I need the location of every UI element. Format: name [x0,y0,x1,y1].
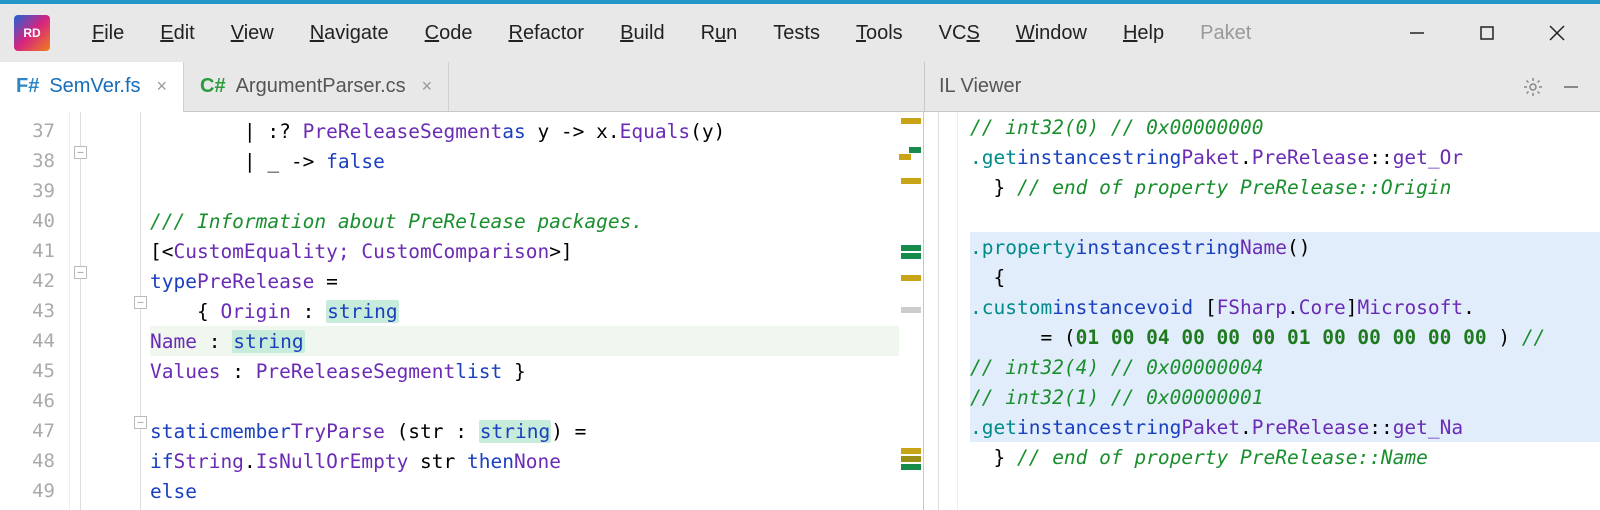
code-line[interactable]: /// Information about PreRelease package… [150,206,923,236]
il-viewer-header: IL Viewer [924,62,1600,111]
tab-label: SemVer.fs [49,75,140,98]
code-line[interactable]: else [150,476,923,506]
code-line[interactable]: if String.IsNullOrEmpty str then None [150,446,923,476]
menu-file[interactable]: File [74,16,142,51]
hide-panel-icon[interactable] [1556,72,1586,102]
menu-view[interactable]: View [213,16,292,51]
tab-close-icon[interactable]: × [151,76,168,97]
editor-split: 37383940414243444546474849 – – – – | :? … [0,112,1600,510]
line-number: 38 [0,146,69,176]
window-controls [1382,13,1592,53]
tab-argumentparser-cs[interactable]: C# ArgumentParser.cs × [184,62,449,111]
maximize-icon [1478,24,1496,42]
il-viewer-pane: // int32(0) // 0x00000000 .get instance … [924,112,1600,510]
line-number: 46 [0,386,69,416]
gear-icon[interactable] [1518,72,1548,102]
code-line[interactable] [150,176,923,206]
menu-help[interactable]: Help [1105,16,1182,51]
il-line[interactable]: // int32(1) // 0x00000001 [970,382,1600,412]
il-line[interactable]: } // end of property PreRelease::Origin [970,172,1600,202]
il-line[interactable]: // int32(4) // 0x00000004 [970,352,1600,382]
il-line[interactable]: .custom instance void [FSharp.Core]Micro… [970,292,1600,322]
line-number: 49 [0,476,69,506]
menu-run[interactable]: Run [683,16,756,51]
menu-edit[interactable]: Edit [142,16,212,51]
line-number: 48 [0,446,69,476]
menu-navigate[interactable]: Navigate [292,16,407,51]
menu-tests[interactable]: Tests [755,16,838,51]
line-number: 43 [0,296,69,326]
code-line[interactable]: { Origin : string [150,296,923,326]
menu-vcs[interactable]: VCS [921,16,998,51]
line-number: 41 [0,236,69,266]
menu-paket[interactable]: Paket [1182,16,1269,51]
line-number: 40 [0,206,69,236]
editor-body[interactable]: | :? PreReleaseSegment as y -> x.Equals(… [150,112,923,510]
fold-marker[interactable]: – [134,296,147,309]
marker-strip [899,112,923,510]
code-line[interactable]: [<CustomEquality; CustomComparison>] [150,236,923,266]
code-line[interactable]: static member TryParse (str : string) = [150,416,923,446]
editor-pane: 37383940414243444546474849 – – – – | :? … [0,112,924,510]
fold-marker[interactable]: – [74,146,87,159]
close-icon [1547,23,1567,43]
menu-window[interactable]: Window [998,16,1105,51]
il-line[interactable]: { [970,262,1600,292]
minimize-icon [1408,24,1426,42]
line-number-gutter: 37383940414243444546474849 [0,112,70,510]
menu-code[interactable]: Code [407,16,491,51]
il-gutter [924,112,958,510]
il-line[interactable]: } // end of property PreRelease::Name [970,442,1600,472]
il-viewer-title: IL Viewer [939,75,1021,98]
fold-marker[interactable]: – [134,416,147,429]
line-number: 45 [0,356,69,386]
app-icon: RD [14,15,50,51]
menu-bar: RD File Edit View Navigate Code Refactor… [0,4,1600,62]
il-line[interactable]: .get instance string Paket.PreRelease::g… [970,412,1600,442]
tab-semver-fs[interactable]: F# SemVer.fs × [0,62,184,111]
close-window-button[interactable] [1522,13,1592,53]
code-line[interactable]: | :? PreReleaseSegment as y -> x.Equals(… [150,116,923,146]
lang-badge-fsharp: F# [16,75,39,98]
code-line[interactable]: type PreRelease = [150,266,923,296]
il-line[interactable]: .property instance string Name() [970,232,1600,262]
menu-build[interactable]: Build [602,16,682,51]
code-line[interactable]: | _ -> false [150,146,923,176]
tab-row: F# SemVer.fs × C# ArgumentParser.cs × IL… [0,62,1600,112]
line-number: 37 [0,116,69,146]
il-line[interactable] [970,202,1600,232]
il-line[interactable]: // int32(0) // 0x00000000 [970,112,1600,142]
il-line[interactable]: .get instance string Paket.PreRelease::g… [970,142,1600,172]
lang-badge-csharp: C# [200,75,226,98]
code-line[interactable] [150,386,923,416]
fold-marker[interactable]: – [74,266,87,279]
line-number: 39 [0,176,69,206]
line-number: 42 [0,266,69,296]
il-line[interactable]: = (01 00 04 00 00 00 01 00 00 00 00 00 )… [970,322,1600,352]
menu-tools[interactable]: Tools [838,16,921,51]
il-body[interactable]: // int32(0) // 0x00000000 .get instance … [958,112,1600,510]
menu-refactor[interactable]: Refactor [490,16,602,51]
code-line[interactable]: Name : string [150,326,923,356]
maximize-button[interactable] [1452,13,1522,53]
fold-gutter: – – – – [70,112,150,510]
minimize-button[interactable] [1382,13,1452,53]
code-line[interactable]: Values : PreReleaseSegment list } [150,356,923,386]
tab-close-icon[interactable]: × [416,76,433,97]
line-number: 44 [0,326,69,356]
line-number: 47 [0,416,69,446]
tab-label: ArgumentParser.cs [236,75,406,98]
